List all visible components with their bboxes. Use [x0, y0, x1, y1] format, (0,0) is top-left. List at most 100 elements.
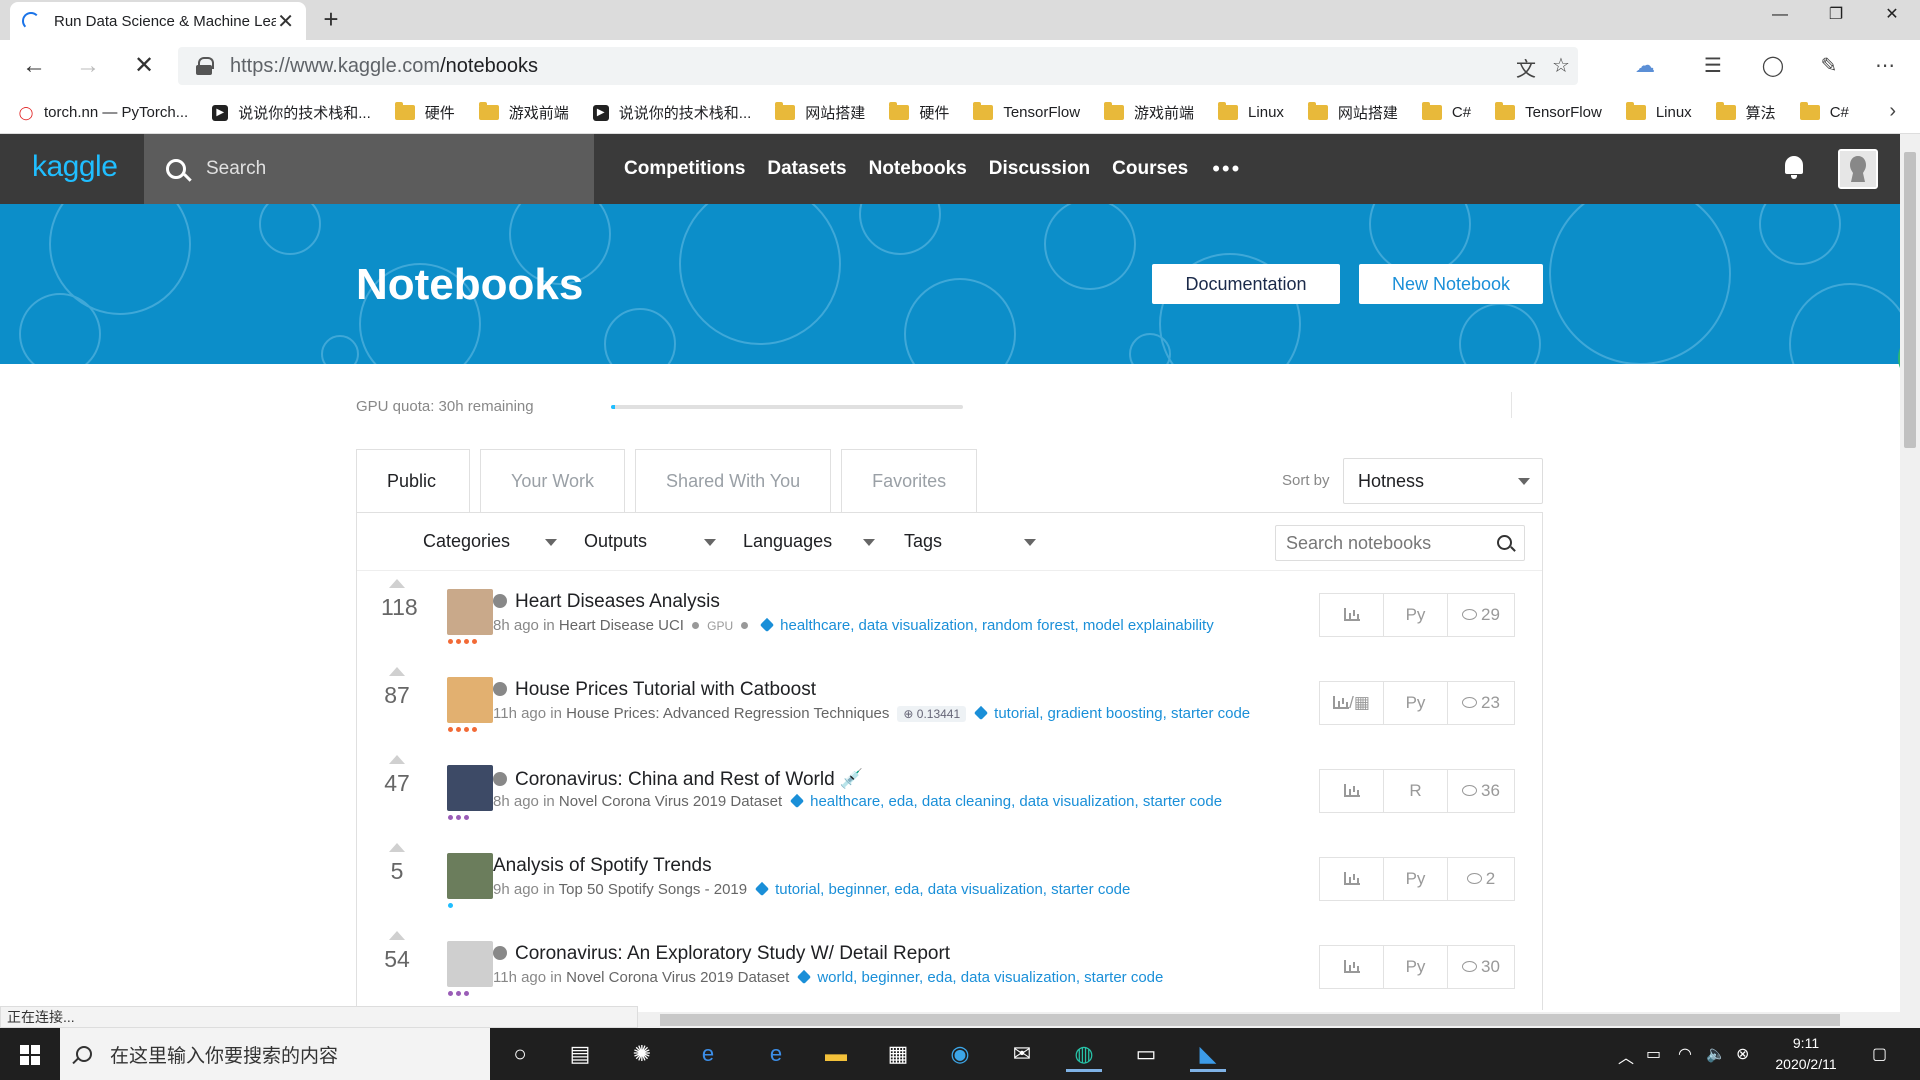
tag-links[interactable]: healthcare, data visualization, random f…: [780, 617, 1214, 634]
file-explorer-icon[interactable]: ▬: [818, 1036, 854, 1072]
filter-tags[interactable]: Tags: [904, 531, 1036, 552]
bookmark-item[interactable]: ▶ 说说你的技术栈和...: [592, 102, 751, 123]
author-avatar[interactable]: [447, 941, 493, 987]
dataset-link[interactable]: Novel Corona Virus 2019 Dataset: [559, 793, 782, 810]
feedback-icon[interactable]: ✎: [1812, 50, 1846, 84]
edge-icon[interactable]: e: [758, 1036, 794, 1072]
tag-links[interactable]: tutorial, beginner, eda, data visualizat…: [775, 881, 1130, 898]
vscode-icon[interactable]: ◣: [1190, 1036, 1226, 1072]
output-type-cell[interactable]: [1320, 594, 1384, 636]
profile-icon[interactable]: ◯: [1756, 50, 1790, 84]
favorite-star-icon[interactable]: ☆: [1552, 53, 1570, 78]
address-bar[interactable]: https://www.kaggle.com/notebooks 文 ☆: [178, 47, 1578, 85]
close-tab-icon[interactable]: ✕: [277, 9, 294, 34]
bookmarks-overflow-icon[interactable]: ›: [1889, 100, 1896, 123]
upvote-icon[interactable]: [389, 843, 405, 852]
bookmark-item[interactable]: 网站搭建: [775, 102, 865, 123]
ie-icon[interactable]: e: [690, 1036, 726, 1072]
extension-cloud-icon[interactable]: ☁: [1628, 50, 1662, 84]
taskbar-search[interactable]: 在这里输入你要搜索的内容: [60, 1028, 490, 1080]
bookmark-item[interactable]: 算法: [1715, 102, 1776, 123]
bookmark-item[interactable]: C#: [1799, 102, 1849, 121]
kaggle-logo[interactable]: kaggle: [32, 150, 118, 184]
tab-shared-with-you[interactable]: Shared With You: [635, 449, 832, 513]
tab-your-work[interactable]: Your Work: [480, 449, 626, 513]
bookmark-item[interactable]: 网站搭建: [1307, 102, 1398, 123]
notebook-title[interactable]: Coronavirus: China and Rest of World 💉: [493, 767, 864, 791]
output-type-cell[interactable]: [1320, 946, 1384, 988]
close-window-button[interactable]: ✕: [1864, 0, 1920, 32]
wifi-icon[interactable]: ◠: [1678, 1044, 1692, 1064]
filter-languages[interactable]: Languages: [743, 531, 875, 552]
notebook-title[interactable]: Heart Diseases Analysis: [493, 591, 720, 613]
notebook-row[interactable]: 5 Analysis of Spotify Trends 9h ago in Top…: [357, 835, 1542, 921]
upvote-icon[interactable]: [389, 667, 405, 676]
comments-cell[interactable]: 2: [1448, 858, 1514, 900]
edge-beta-icon[interactable]: ◍: [1066, 1036, 1102, 1072]
output-type-cell[interactable]: /▦: [1320, 682, 1384, 724]
user-avatar[interactable]: [1838, 149, 1878, 189]
notebook-search-input[interactable]: Search notebooks: [1275, 525, 1525, 561]
tag-links[interactable]: tutorial, gradient boosting, starter cod…: [994, 705, 1250, 722]
new-notebook-button[interactable]: New Notebook: [1359, 264, 1543, 304]
maximize-button[interactable]: ❐: [1808, 0, 1864, 32]
vertical-scroll-thumb[interactable]: [1904, 152, 1916, 448]
bookmark-item[interactable]: TensorFlow: [973, 102, 1080, 121]
nav-datasets[interactable]: Datasets: [767, 158, 846, 180]
dataset-link[interactable]: Novel Corona Virus 2019 Dataset: [566, 969, 789, 986]
bookmark-item[interactable]: TensorFlow: [1495, 102, 1602, 121]
mail-icon[interactable]: ✉: [1004, 1036, 1040, 1072]
new-tab-button[interactable]: +: [314, 4, 348, 36]
translate-icon[interactable]: 文: [1516, 53, 1536, 82]
upvote-icon[interactable]: [389, 755, 405, 764]
settings-more-icon[interactable]: ⋯: [1868, 50, 1902, 84]
output-type-cell[interactable]: [1320, 858, 1384, 900]
comments-cell[interactable]: 36: [1448, 770, 1514, 812]
taskbar-clock[interactable]: 9:11 2020/2/11: [1766, 1033, 1846, 1075]
author-avatar[interactable]: [447, 853, 493, 899]
tab-favorites[interactable]: Favorites: [841, 449, 978, 513]
author-avatar[interactable]: [447, 677, 493, 723]
bookmark-item[interactable]: Linux: [1218, 102, 1284, 121]
more-menu-icon[interactable]: •••: [1212, 156, 1241, 182]
nav-discussion[interactable]: Discussion: [989, 158, 1090, 180]
notebook-row[interactable]: 47 Coronavirus: China and Rest of World 💉…: [357, 747, 1542, 833]
bookmark-item[interactable]: C#: [1421, 102, 1471, 121]
bookmark-item[interactable]: 游戏前端: [478, 102, 569, 123]
battery-icon[interactable]: ▭: [1646, 1044, 1661, 1064]
nav-competitions[interactable]: Competitions: [624, 158, 745, 180]
bookmark-item[interactable]: 游戏前端: [1104, 102, 1194, 123]
dataset-link[interactable]: House Prices: Advanced Regression Techni…: [566, 705, 889, 722]
dataset-link[interactable]: Heart Disease UCI: [559, 617, 684, 634]
favorites-list-icon[interactable]: ☰: [1696, 50, 1730, 84]
notifications-bell-icon[interactable]: [1782, 156, 1806, 180]
horizontal-scroll-thumb[interactable]: [660, 1014, 1840, 1026]
author-avatar[interactable]: [447, 765, 493, 811]
notebook-row[interactable]: 118 Heart Diseases Analysis 8h ago in Hear…: [357, 571, 1542, 657]
store-icon[interactable]: ▦: [880, 1036, 916, 1072]
dataset-link[interactable]: Top 50 Spotify Songs - 2019: [559, 881, 747, 898]
windows-start-icon[interactable]: [20, 1045, 40, 1065]
input-method-icon[interactable]: ⊗: [1736, 1044, 1749, 1064]
comments-cell[interactable]: 23: [1448, 682, 1514, 724]
comments-cell[interactable]: 30: [1448, 946, 1514, 988]
browser-app-icon[interactable]: ◉: [942, 1036, 978, 1072]
filter-outputs[interactable]: Outputs: [584, 531, 716, 552]
forward-button[interactable]: →: [70, 48, 106, 84]
output-type-cell[interactable]: [1320, 770, 1384, 812]
browser-tab[interactable]: Run Data Science & Machine Lea ✕: [10, 2, 306, 40]
stop-loading-button[interactable]: ✕: [126, 48, 162, 84]
cortana-icon[interactable]: ○: [502, 1036, 538, 1072]
notebook-title[interactable]: Analysis of Spotify Trends: [493, 855, 712, 877]
bookmark-item[interactable]: Linux: [1625, 102, 1692, 121]
bookmark-item[interactable]: 硬件: [889, 102, 949, 123]
tray-chevron-icon[interactable]: ︿: [1618, 1044, 1634, 1068]
tag-links[interactable]: world, beginner, eda, data visualization…: [817, 969, 1163, 986]
nav-courses[interactable]: Courses: [1112, 158, 1188, 180]
notebook-title[interactable]: Coronavirus: An Exploratory Study W/ Det…: [493, 943, 950, 965]
task-view-icon[interactable]: ▤: [562, 1036, 598, 1072]
notebook-title[interactable]: House Prices Tutorial with Catboost: [493, 679, 816, 701]
nav-notebooks[interactable]: Notebooks: [869, 158, 967, 180]
notebook-row[interactable]: 54 Coronavirus: An Exploratory Study W/ D…: [357, 923, 1542, 1009]
terminal-icon[interactable]: ▭: [1128, 1036, 1164, 1072]
